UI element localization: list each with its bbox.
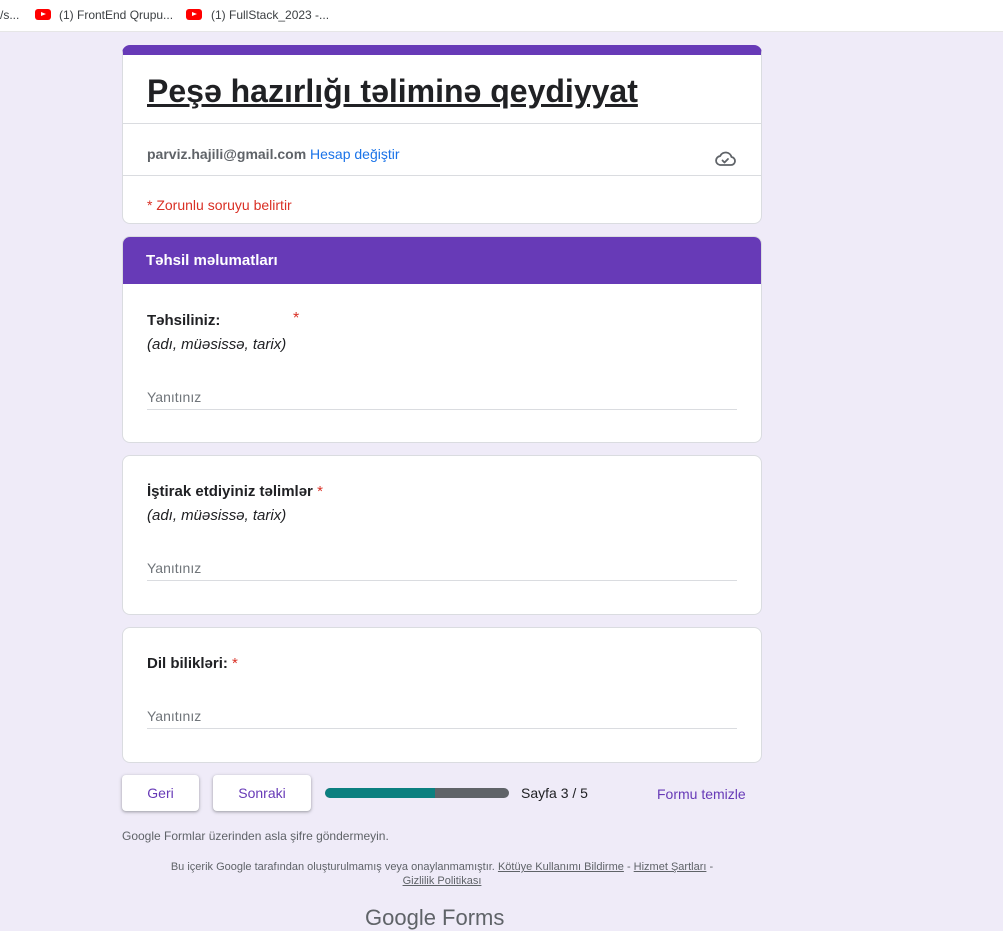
- question-title: Təhsiliniz:: [147, 312, 221, 329]
- bookmarks-bar: /s... (1) FrontEnd Qrupu... (1) FullStac…: [0, 0, 1003, 32]
- next-button[interactable]: Sonraki: [213, 775, 311, 811]
- cloud-check-icon: [715, 151, 736, 166]
- disclaimer: Bu içerik Google tarafından oluşturulmam…: [170, 861, 714, 887]
- disclaimer-text: Bu içerik Google tarafından oluşturulmam…: [170, 861, 495, 873]
- page-indicator: Sayfa 3 / 5: [521, 785, 588, 801]
- answer-input[interactable]: [147, 704, 737, 729]
- required-star: *: [293, 310, 300, 327]
- section-title: Təhsil məlumatları: [123, 237, 761, 284]
- question-title: Dil bilikləri: *: [147, 655, 238, 672]
- google-forms-logo: Google Forms: [365, 905, 505, 930]
- report-abuse-link[interactable]: Kötüye Kullanımı Bildirme: [498, 861, 624, 873]
- question-hint: (adı, müəsissə, tarix): [147, 336, 287, 353]
- switch-account-link[interactable]: Hesap değiştir: [310, 146, 400, 162]
- form-header-card: Peşə hazırlığı təliminə qeydiyyat parviz…: [122, 45, 762, 224]
- bookmark-item[interactable]: (1) FrontEnd Qrupu...: [59, 8, 173, 22]
- account-email: parviz.hajili@gmail.com: [147, 146, 307, 162]
- password-warning: Google Formlar üzerinden asla şifre gönd…: [122, 829, 389, 843]
- required-star: *: [232, 655, 238, 672]
- clear-form-button[interactable]: Formu temizle: [657, 786, 746, 802]
- back-button[interactable]: Geri: [122, 775, 199, 811]
- account-row: parviz.hajili@gmail.com Hesap değiştir: [147, 145, 400, 163]
- youtube-icon: [35, 9, 51, 20]
- divider: [123, 123, 761, 124]
- bookmark-item[interactable]: (1) FullStack_2023 -...: [211, 8, 329, 22]
- required-star: *: [317, 483, 323, 500]
- divider: [123, 175, 761, 176]
- required-note: * Zorunlu soruyu belirtir: [147, 197, 292, 213]
- bookmark-item[interactable]: /s...: [0, 8, 19, 22]
- youtube-icon: [186, 9, 202, 20]
- answer-input[interactable]: [147, 556, 737, 581]
- question-title-text: İştirak etdiyiniz təlimlər: [147, 483, 313, 500]
- progress-fill: [325, 788, 436, 798]
- question-title: İştirak etdiyiniz təlimlər *: [147, 483, 323, 500]
- question-card: İştirak etdiyiniz təlimlər * (adı, müəsi…: [122, 455, 762, 615]
- question-card: Dil bilikləri: *: [122, 627, 762, 763]
- terms-link[interactable]: Hizmet Şartları: [634, 861, 707, 873]
- question-hint: (adı, müəsissə, tarix): [147, 507, 287, 524]
- form-title: Peşə hazırlığı təliminə qeydiyyat: [147, 73, 638, 109]
- privacy-link[interactable]: Gizlilik Politikası: [403, 875, 482, 887]
- question-title-text: Dil bilikləri:: [147, 655, 228, 672]
- section-card: Təhsil məlumatları Təhsiliniz: * (adı, m…: [122, 236, 762, 443]
- progress-bar: [325, 788, 509, 798]
- answer-input[interactable]: [147, 385, 737, 410]
